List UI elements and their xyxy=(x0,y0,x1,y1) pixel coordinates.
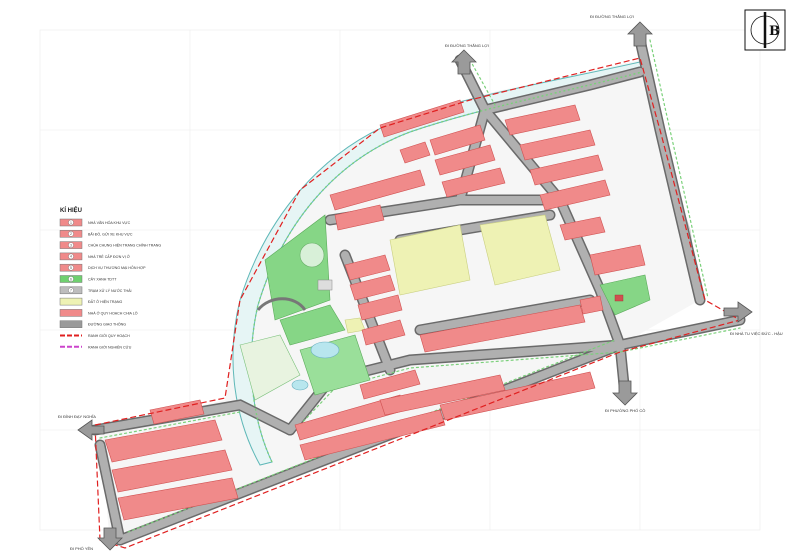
legend-swatch xyxy=(59,297,83,306)
legend-symbol-number: 7 xyxy=(70,289,72,293)
legend-item: 3 CHÙA CHUNG HIỆN TRẠNG CHỈNH TRANG xyxy=(59,241,161,249)
legend-symbol-number: 4 xyxy=(70,255,72,259)
arrow-north-east xyxy=(627,21,653,47)
legend-label: CHÙA CHUNG HIỆN TRẠNG CHỈNH TRANG xyxy=(88,243,161,248)
road-label-west: ĐI ĐÌNH ĐẠY NGHĨA xyxy=(58,414,96,419)
legend-item: ĐƯỜNG GIAO THÔNG xyxy=(59,320,126,328)
legend-item: RANH GIỚI NGHIÊN CỨU xyxy=(59,342,132,351)
legend-label: RANH GIỚI QUY HOẠCH xyxy=(88,333,130,338)
road-label-north-east: ĐI ĐƯỜNG THĂNG LỢI xyxy=(590,14,634,19)
road-label-south-east: ĐI PHƯỜNG PHỐ CÒ xyxy=(605,408,645,413)
arrow-south-east xyxy=(612,380,638,406)
legend: KÍ HIỆU 1 NHÀ VĂN HÓA KHU VỰC 2 BÃI ĐỖ, GỬI… xyxy=(59,206,161,351)
legend-label: DỊCH VỤ THƯƠNG MẠI HỖN HỢP xyxy=(88,265,146,270)
legend-item: 7 TRẠM XỬ LÝ NƯỚC THẢI xyxy=(59,286,132,295)
legend-label: ĐƯỜNG GIAO THÔNG xyxy=(88,322,126,327)
legend-symbol-number: 6 xyxy=(70,277,72,281)
legend-label: NHÀ VĂN HÓA KHU VỰC xyxy=(88,220,131,225)
legend-item: NHÀ Ở QUY HOẠCH CHIA LÔ xyxy=(59,309,138,317)
legend-symbol-number: 2 xyxy=(70,232,72,236)
legend-label: TRẠM XỬ LÝ NƯỚC THẢI xyxy=(88,288,132,293)
master-plan-map: ĐI ĐƯỜNG THĂNG LỢI ĐI ĐƯỜNG THĂNG LỢI ĐI… xyxy=(39,9,786,551)
legend-label: NHÀ TRẺ CẤP ĐƠN VỊ Ở xyxy=(88,254,130,259)
legend-label: BÃI ĐỖ, GỬI XE KHU VỰC xyxy=(88,231,133,236)
legend-item: 5 DỊCH VỤ THƯƠNG MẠI HỖN HỢP xyxy=(59,263,146,272)
legend-symbol-number: 1 xyxy=(70,221,72,225)
legend-swatch xyxy=(59,320,83,328)
legend-item: 1 NHÀ VĂN HÓA KHU VỰC xyxy=(59,218,131,227)
arrow-west xyxy=(77,419,105,441)
legend-title: KÍ HIỆU xyxy=(60,206,82,214)
legend-label: ĐẤT Ở HIỆN TRẠNG xyxy=(88,299,123,304)
legend-item: 2 BÃI ĐỖ, GỬI XE KHU VỰC xyxy=(59,230,133,238)
road-label-south-west: ĐI PHỐ YÊN xyxy=(70,546,93,551)
legend-item: 4 NHÀ TRẺ CẤP ĐƠN VỊ Ở xyxy=(59,252,130,261)
compass-letter: B xyxy=(769,24,780,39)
legend-symbol-number: 5 xyxy=(70,266,72,270)
legend-item: 6 CÂY XANH TDTT xyxy=(59,275,117,283)
road-label-north: ĐI ĐƯỜNG THĂNG LỢI xyxy=(445,43,489,48)
legend-label: RANH GIỚI NGHIÊN CỨU xyxy=(88,344,132,349)
road-label-east: ĐI NHÀ TU VIỆC ĐỨC - HẬU xyxy=(730,331,783,336)
legend-label: NHÀ Ở QUY HOẠCH CHIA LÔ xyxy=(88,310,138,315)
legend-item: ĐẤT Ở HIỆN TRẠNG xyxy=(59,297,123,306)
legend-label: CÂY XANH TDTT xyxy=(88,278,117,282)
north-compass: B xyxy=(744,9,786,51)
legend-symbol-number: 3 xyxy=(70,243,72,247)
legend-swatch xyxy=(59,309,83,317)
legend-item: RANH GIỚI QUY HOẠCH xyxy=(59,331,130,340)
arrow-north xyxy=(451,49,477,75)
